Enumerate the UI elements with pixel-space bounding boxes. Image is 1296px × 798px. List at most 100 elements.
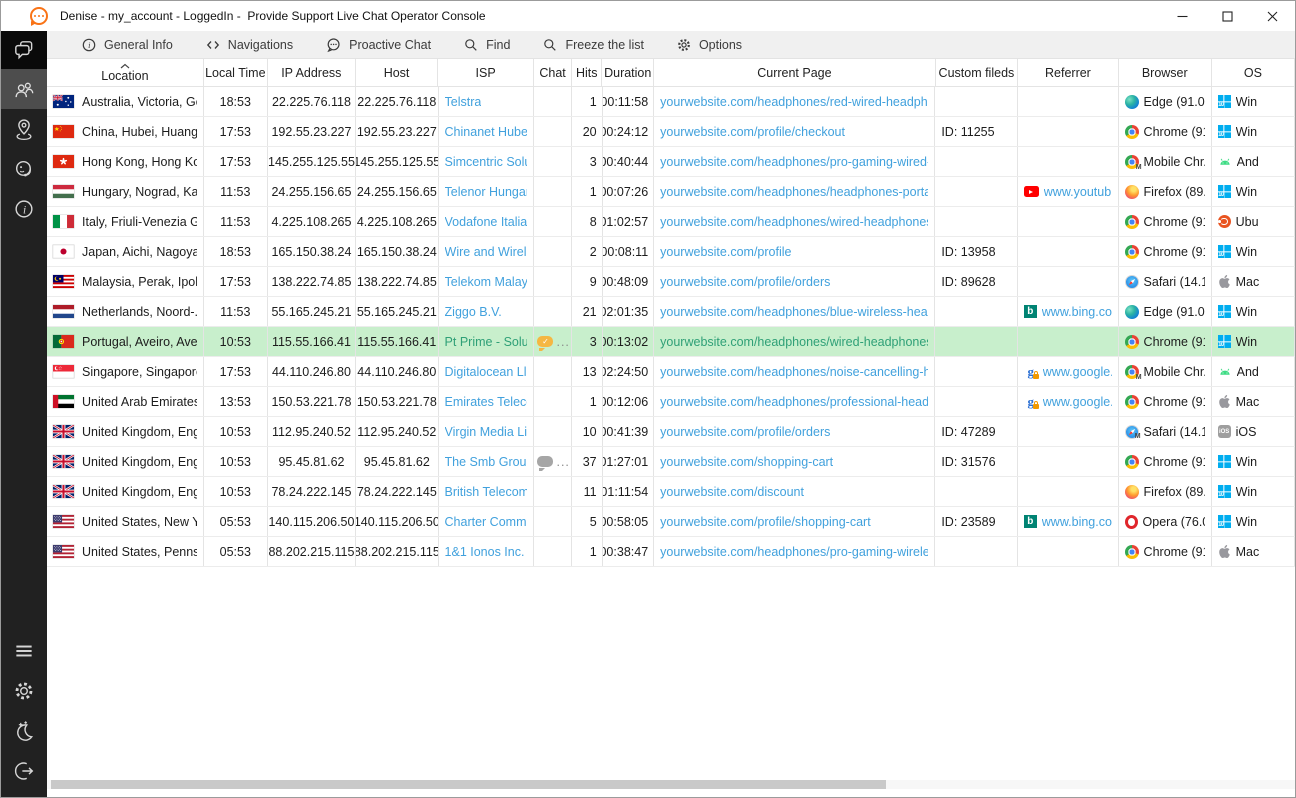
column-header-location[interactable]: Location [47, 59, 204, 86]
proactive-chat-button[interactable]: Proactive Chat [313, 33, 443, 57]
maximize-icon [1222, 11, 1233, 22]
table-row[interactable]: Malaysia, Perak, Ipoh, ... 17:53 138.222… [47, 267, 1295, 297]
table-row[interactable]: United Kingdom, Engl... 10:53 112.95.240… [47, 417, 1295, 447]
column-header-local-time[interactable]: Local Time [204, 59, 268, 86]
sidebar-item-settings[interactable] [1, 671, 47, 711]
column-header-ip[interactable]: IP Address [268, 59, 356, 86]
table-row[interactable]: Singapore, Singapore... 17:53 44.110.246… [47, 357, 1295, 387]
table-row[interactable]: China, Hubei, Huangg... 17:53 192.55.23.… [47, 117, 1295, 147]
current-page-link[interactable]: yourwebsite.com/headphones/pro-gaming-wi… [660, 155, 928, 169]
minimize-button[interactable] [1160, 1, 1205, 31]
column-header-referrer[interactable]: Referrer [1018, 59, 1119, 86]
column-header-custom-fields[interactable]: Custom fileds [936, 59, 1018, 86]
current-page-link[interactable]: yourwebsite.com/headphones/professional-… [660, 395, 928, 409]
isp-link[interactable]: Telstra [445, 95, 482, 109]
navigations-button[interactable]: Navigations [193, 33, 305, 57]
sidebar-item-night-mode[interactable] [1, 711, 47, 751]
isp-link[interactable]: British Telecom... [445, 485, 528, 499]
table-row[interactable]: Italy, Friuli-Venezia Gi... 11:53 4.225.… [47, 207, 1295, 237]
isp-link[interactable]: Chinanet Hube... [445, 125, 528, 139]
isp-link[interactable]: Ziggo B.V. [445, 305, 502, 319]
cell-os: Mac [1212, 387, 1295, 416]
current-page-link[interactable]: yourwebsite.com/headphones/wired-headpho… [660, 335, 928, 349]
table-row[interactable]: United Kingdom, Engl... 10:53 78.24.222.… [47, 477, 1295, 507]
referrer-link[interactable]: www.youtub... [1044, 185, 1112, 199]
cell-referrer [1018, 447, 1119, 476]
table-row[interactable]: Netherlands, Noord-... 11:53 55.165.245.… [47, 297, 1295, 327]
table-row[interactable]: Japan, Aichi, Nagoya, ... 18:53 165.150.… [47, 237, 1295, 267]
os-text: Mac [1236, 275, 1260, 289]
table-row[interactable]: Portugal, Aveiro, Ave... 10:53 115.55.16… [47, 327, 1295, 357]
column-header-isp[interactable]: ISP [438, 59, 534, 86]
column-header-duration[interactable]: Duration [602, 59, 654, 86]
column-header-browser[interactable]: Browser [1119, 59, 1212, 86]
current-page-link[interactable]: yourwebsite.com/headphones/blue-wireless… [660, 305, 928, 319]
referrer-link[interactable]: www.bing.co... [1042, 305, 1112, 319]
column-header-os[interactable]: OS [1212, 59, 1295, 86]
table-row[interactable]: United Arab Emirates... 13:53 150.53.221… [47, 387, 1295, 417]
referrer-link[interactable]: www.google... [1043, 395, 1112, 409]
current-page-link[interactable]: yourwebsite.com/headphones/red-wired-hea… [660, 95, 928, 109]
sidebar-item-logout[interactable] [1, 751, 47, 791]
isp-link[interactable]: 1&1 Ionos Inc. [445, 545, 525, 559]
location-text: Italy, Friuli-Venezia Gi... [82, 215, 197, 229]
current-page-link[interactable]: yourwebsite.com/profile/checkout [660, 125, 845, 139]
isp-link[interactable]: Telenor Hungar... [445, 185, 528, 199]
isp-link[interactable]: Pt Prime - Solu... [445, 335, 528, 349]
current-page-link[interactable]: yourwebsite.com/profile/orders [660, 425, 830, 439]
isp-link[interactable]: Vodafone Italia ... [445, 215, 528, 229]
isp-link[interactable]: Charter Commu... [445, 515, 528, 529]
flag-cn-icon [53, 125, 74, 138]
general-info-button[interactable]: i General Info [69, 33, 185, 57]
sidebar-item-chats[interactable] [1, 31, 47, 69]
cell-custom-fields [935, 327, 1017, 356]
isp-link[interactable]: Wire and Wirel... [445, 245, 528, 259]
isp-link[interactable]: Digitalocean Llc [445, 365, 528, 379]
cell-location: United Kingdom, Engl... [47, 477, 204, 506]
table-row[interactable]: United States, Pennsy... 05:53 88.202.21… [47, 537, 1295, 567]
current-page-link[interactable]: yourwebsite.com/shopping-cart [660, 455, 833, 469]
current-page-link[interactable]: yourwebsite.com/headphones/headphones-po… [660, 185, 928, 199]
isp-link[interactable]: Telekom Malay... [445, 275, 528, 289]
current-page-link[interactable]: yourwebsite.com/profile/shopping-cart [660, 515, 871, 529]
sidebar-item-visitors[interactable] [1, 69, 47, 109]
maximize-button[interactable] [1205, 1, 1250, 31]
cell-local-time: 11:53 [204, 297, 268, 326]
current-page-link[interactable]: yourwebsite.com/profile [660, 245, 791, 259]
table-row[interactable]: Hungary, Nograd, Kar... 11:53 24.255.156… [47, 177, 1295, 207]
isp-link[interactable]: The Smb Group [445, 455, 528, 469]
referrer-link[interactable]: www.google... [1043, 365, 1112, 379]
close-button[interactable] [1250, 1, 1295, 31]
flag-it-icon [53, 215, 74, 228]
code-brackets-icon [205, 37, 221, 53]
sidebar-item-operator[interactable] [1, 149, 47, 189]
sidebar-item-menu[interactable] [1, 631, 47, 671]
table-row[interactable]: Hong Kong, Hong Ko... 17:53 145.255.125.… [47, 147, 1295, 177]
options-button[interactable]: Options [664, 33, 754, 57]
isp-link[interactable]: Virgin Media Li... [445, 425, 528, 439]
column-header-hits[interactable]: Hits [572, 59, 602, 86]
sidebar-item-info[interactable]: i [1, 189, 47, 229]
isp-link[interactable]: Emirates Teleco... [445, 395, 528, 409]
hamburger-menu-icon [12, 639, 36, 663]
isp-link[interactable]: Simcentric Solu... [445, 155, 528, 169]
logout-icon [12, 759, 36, 783]
current-page-link[interactable]: yourwebsite.com/headphones/noise-cancell… [660, 365, 928, 379]
column-header-chat[interactable]: Chat [534, 59, 572, 86]
table-row[interactable]: United Kingdom, Engl... 10:53 95.45.81.6… [47, 447, 1295, 477]
table-row[interactable]: United States, New Yo... 05:53 140.115.2… [47, 507, 1295, 537]
current-page-link[interactable]: yourwebsite.com/headphones/pro-gaming-wi… [660, 545, 928, 559]
current-page-link[interactable]: yourwebsite.com/profile/orders [660, 275, 830, 289]
current-page-link[interactable]: yourwebsite.com/discount [660, 485, 804, 499]
table-row[interactable]: Australia, Victoria, Ge... 18:53 22.225.… [47, 87, 1295, 117]
browser-text: Edge (91.0... [1144, 305, 1205, 319]
google-icon: g [1024, 365, 1038, 379]
scrollbar-thumb[interactable] [51, 780, 886, 789]
column-header-host[interactable]: Host [356, 59, 438, 86]
sidebar-item-geo-location[interactable] [1, 109, 47, 149]
column-header-current-page[interactable]: Current Page [654, 59, 936, 86]
current-page-link[interactable]: yourwebsite.com/headphones/wired-headpho… [660, 215, 928, 229]
referrer-link[interactable]: www.bing.co... [1042, 515, 1112, 529]
find-button[interactable]: Find [451, 33, 522, 57]
freeze-list-button[interactable]: Freeze the list [530, 33, 656, 57]
